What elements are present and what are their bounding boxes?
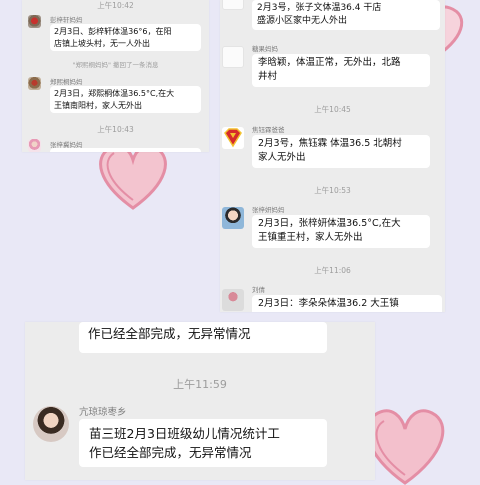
message-bubble[interactable] (50, 148, 201, 152)
avatar (222, 0, 244, 10)
timestamp: 上午10:45 (314, 105, 351, 114)
timestamp: 上午10:42 (97, 1, 134, 10)
message-line: 王镇南阳村，家人无外出 (54, 101, 142, 110)
avatar (222, 46, 244, 68)
message-line: 2月3日，郑熙桐体温36.5°C,在大 (54, 89, 175, 98)
avatar (222, 207, 244, 229)
message-bubble[interactable]: 2月3日，张梓妍体温36.5°C,在大 王镇重王村，家人无外出 (252, 215, 430, 248)
message-line: 2月3日，张梓妍体温36.5°C,在大 (258, 218, 401, 229)
avatar (33, 406, 69, 442)
message-line: 2月3日：李朵朵体温36.2 大王镇 (258, 298, 399, 309)
message-line: 李晗颖，体温正常，无外出，北路 (258, 57, 401, 68)
sender-name: 亢琼琼枣乡 (79, 407, 127, 418)
message-bubble[interactable]: 作已经全部完成，无异常情况 (79, 322, 327, 353)
message-bubble[interactable]: 2月3号，焦钰霖 体温36.5 北朝村 家人无外出 (252, 135, 430, 168)
message-line: 苗三班2月3日班级幼儿情况统计工 (89, 426, 280, 441)
timestamp: 上午10:43 (97, 125, 134, 134)
superman-avatar-icon (222, 127, 244, 149)
message-line: 作已经全部完成，无异常情况 (89, 445, 252, 460)
message-bubble[interactable]: 2月3日，郑熙桐体温36.5°C,在大 王镇南阳村，家人无外出 (50, 86, 201, 113)
message-line: 王镇重王村，家人无外出 (258, 232, 363, 243)
message-line: 2月3号，张子文体温36.4 干店 (257, 3, 382, 13)
message-line: 2月3号，焦钰霖 体温36.5 北朝村 (258, 138, 402, 149)
avatar (28, 77, 41, 90)
message-bubble[interactable]: 2月3日、彭梓轩体温36°6，在阳 店镇上坡头村，无一人外出 (50, 24, 201, 51)
chat-screenshot-right: 2月3号，张子文体温36.4 干店 盛源小区家中无人外出 糖果妈妈 李晗颖，体温… (220, 0, 445, 312)
timestamp: 上午11:59 (173, 378, 227, 391)
sender-name: 张梓妍妈妈 (252, 206, 285, 214)
message-line: 盛源小区家中无人外出 (257, 16, 348, 26)
avatar (222, 289, 244, 311)
sender-name: 彭梓轩妈妈 (50, 16, 83, 24)
recall-notice: "郑熙桐妈妈" 撤回了一条消息 (72, 61, 159, 69)
message-line: 作已经全部完成，无异常情况 (88, 326, 251, 341)
sender-name: 糖果妈妈 (252, 45, 278, 53)
chat-screenshot-left: 上午10:42 彭梓轩妈妈 2月3日、彭梓轩体温36°6，在阳 店镇上坡头村，无… (22, 0, 209, 152)
timestamp: 上午10:53 (314, 186, 351, 195)
avatar (28, 139, 41, 152)
message-bubble[interactable]: 2月3日：李朵朵体温36.2 大王镇 (252, 295, 442, 312)
message-line: 店镇上坡头村，无一人外出 (54, 39, 150, 48)
sender-name: 刘倩 (252, 286, 265, 294)
avatar (28, 15, 41, 28)
message-bubble[interactable]: 2月3号，张子文体温36.4 干店 盛源小区家中无人外出 (252, 0, 440, 30)
message-line: 井村 (258, 71, 278, 82)
chat-screenshot-bottom: 作已经全部完成，无异常情况 上午11:59 亢琼琼枣乡 苗三班2月3日班级幼儿情… (25, 322, 375, 480)
sender-name: 焦钰霖爸爸 (252, 126, 285, 134)
timestamp: 上午11:06 (314, 266, 351, 275)
message-bubble[interactable]: 李晗颖，体温正常，无外出，北路 井村 (252, 54, 430, 87)
sender-name: 郑熙桐妈妈 (50, 78, 83, 86)
message-bubble[interactable]: 苗三班2月3日班级幼儿情况统计工 作已经全部完成，无异常情况 (79, 419, 327, 467)
message-line: 家人无外出 (258, 152, 306, 163)
message-line: 2月3日、彭梓轩体温36°6，在阳 (54, 27, 172, 36)
